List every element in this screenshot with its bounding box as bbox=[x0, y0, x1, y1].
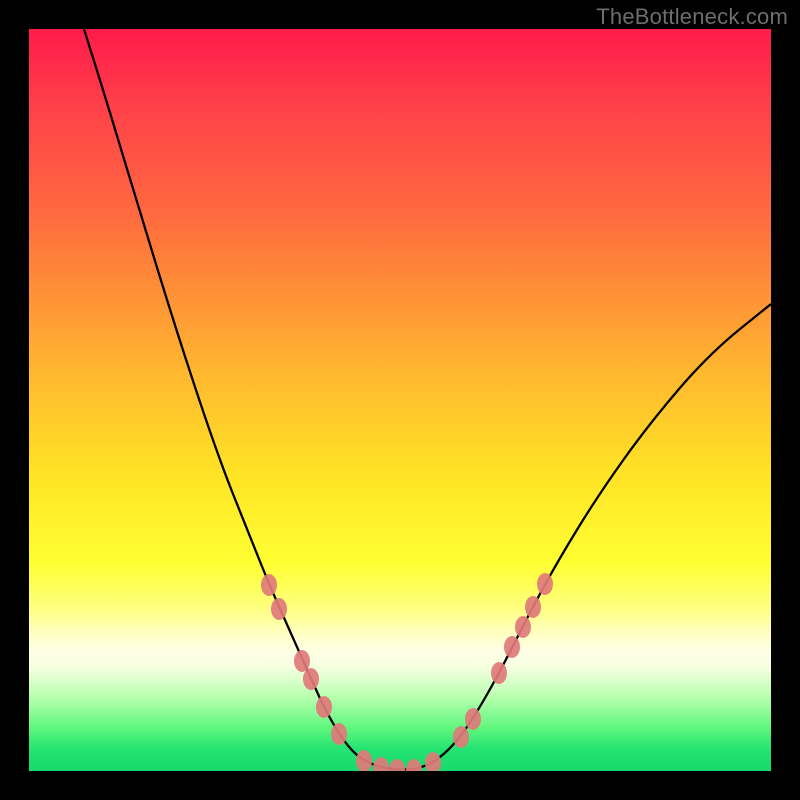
curve-dot bbox=[303, 668, 319, 690]
curve-dot bbox=[294, 650, 310, 672]
curve-dot bbox=[271, 598, 287, 620]
chart-svg bbox=[29, 29, 771, 771]
curve-dot bbox=[425, 752, 441, 771]
curve-dot bbox=[373, 757, 389, 771]
curve-dot bbox=[389, 759, 405, 771]
curve-dot bbox=[515, 616, 531, 638]
curve-dot bbox=[406, 759, 422, 771]
watermark-text: TheBottleneck.com bbox=[596, 4, 788, 30]
curve-dot bbox=[453, 726, 469, 748]
curve-dot bbox=[491, 662, 507, 684]
curve-dot bbox=[261, 574, 277, 596]
bottleneck-curve bbox=[84, 29, 771, 770]
plot-area bbox=[29, 29, 771, 771]
curve-dot bbox=[316, 696, 332, 718]
curve-dot bbox=[525, 596, 541, 618]
curve-dot bbox=[331, 723, 347, 745]
curve-dot bbox=[356, 750, 372, 771]
curve-dot bbox=[465, 708, 481, 730]
curve-dot bbox=[504, 636, 520, 658]
dot-group bbox=[261, 573, 553, 771]
curve-dot bbox=[537, 573, 553, 595]
outer-frame: TheBottleneck.com bbox=[0, 0, 800, 800]
